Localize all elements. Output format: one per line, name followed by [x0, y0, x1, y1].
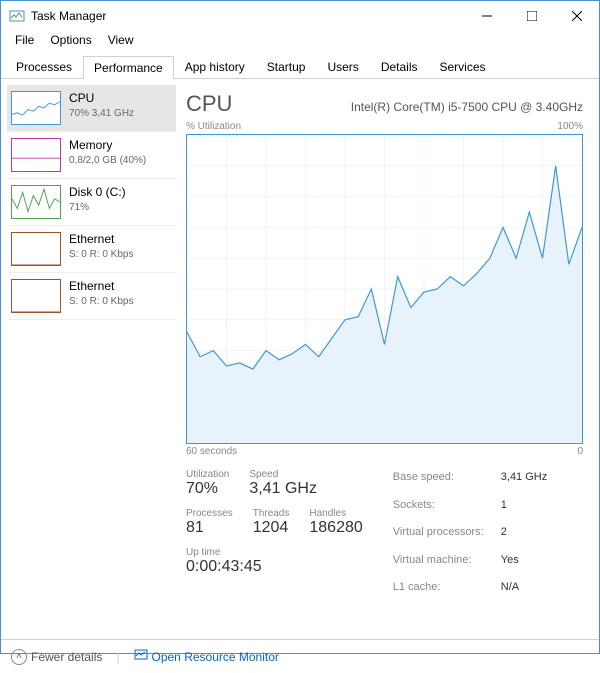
kv-base-speed: 3,41 GHz [501, 469, 547, 487]
app-icon [9, 8, 25, 24]
kv-label: Base speed: [393, 469, 493, 487]
sidebar-item-memory[interactable]: Memory0,8/2,0 GB (40%) [7, 132, 176, 179]
titlebar: Task Manager [1, 1, 599, 31]
monitor-icon [134, 648, 148, 665]
cpu-utilization-chart [186, 134, 583, 444]
open-resource-monitor-link[interactable]: Open Resource Monitor [134, 648, 279, 665]
kv-sockets: 1 [501, 497, 507, 515]
kv-label: Sockets: [393, 497, 493, 515]
stat-label: Threads [253, 508, 290, 519]
sidebar-item-cpu[interactable]: CPU70% 3,41 GHz [7, 85, 176, 132]
stat-uptime: 0:00:43:45 [186, 558, 363, 576]
kv-l1: N/A [501, 579, 519, 597]
stats-area: Utilization70% Speed3,41 GHz Processes81… [186, 469, 583, 597]
sidebar-item-sub: S: 0 R: 0 Kbps [69, 248, 133, 261]
stat-speed: 3,41 GHz [249, 480, 317, 498]
stat-label: Speed [249, 469, 317, 480]
sidebar-item-sub: 70% 3,41 GHz [69, 107, 134, 120]
chevron-up-icon: ˄ [11, 649, 27, 665]
tab-processes[interactable]: Processes [5, 55, 83, 78]
mini-chart-ethernet [11, 232, 61, 266]
menu-options[interactable]: Options [42, 31, 99, 51]
resource-monitor-label: Open Resource Monitor [152, 650, 279, 664]
mini-chart-cpu [11, 91, 61, 125]
sidebar-item-label: Disk 0 (C:) [69, 185, 126, 201]
separator: | [116, 650, 119, 664]
kv-label: Virtual processors: [393, 524, 493, 542]
fewer-details-label: Fewer details [31, 650, 102, 664]
chart-xright: 0 [577, 446, 583, 457]
sidebar: CPU70% 3,41 GHz Memory0,8/2,0 GB (40%) D… [1, 79, 176, 639]
stat-utilization: 70% [186, 480, 229, 498]
sidebar-item-label: Ethernet [69, 279, 133, 295]
stat-label: Handles [309, 508, 362, 519]
stat-label: Processes [186, 508, 233, 519]
minimize-button[interactable] [464, 1, 509, 31]
kv-vmachine: Yes [501, 552, 519, 570]
footer: ˄ Fewer details | Open Resource Monitor [1, 639, 599, 673]
menu-file[interactable]: File [7, 31, 42, 51]
sidebar-item-sub: S: 0 R: 0 Kbps [69, 295, 133, 308]
tab-performance[interactable]: Performance [83, 56, 174, 79]
chart-ylabel: % Utilization [186, 121, 241, 132]
sidebar-item-ethernet-2[interactable]: EthernetS: 0 R: 0 Kbps [7, 273, 176, 320]
tab-details[interactable]: Details [370, 55, 429, 78]
menubar: File Options View [1, 31, 599, 51]
stat-label: Up time [186, 547, 363, 558]
mini-chart-ethernet [11, 279, 61, 313]
content-area: CPU70% 3,41 GHz Memory0,8/2,0 GB (40%) D… [1, 79, 599, 639]
window-title: Task Manager [31, 9, 464, 23]
sidebar-item-disk[interactable]: Disk 0 (C:)71% [7, 179, 176, 226]
close-button[interactable] [554, 1, 599, 31]
page-title: CPU [186, 91, 232, 117]
cpu-model: Intel(R) Core(TM) i5-7500 CPU @ 3.40GHz [351, 100, 583, 114]
chart-xleft: 60 seconds [186, 446, 237, 457]
tab-app-history[interactable]: App history [174, 55, 256, 78]
mini-chart-memory [11, 138, 61, 172]
tab-startup[interactable]: Startup [256, 55, 317, 78]
kv-label: Virtual machine: [393, 552, 493, 570]
sidebar-item-ethernet-1[interactable]: EthernetS: 0 R: 0 Kbps [7, 226, 176, 273]
fewer-details-button[interactable]: ˄ Fewer details [11, 649, 102, 665]
tab-services[interactable]: Services [429, 55, 497, 78]
sidebar-item-sub: 0,8/2,0 GB (40%) [69, 154, 146, 167]
stat-threads: 1204 [253, 519, 290, 537]
stat-handles: 186280 [309, 519, 362, 537]
chart-ymax: 100% [557, 121, 583, 132]
kv-vproc: 2 [501, 524, 507, 542]
sidebar-item-sub: 71% [69, 201, 126, 214]
sidebar-item-label: Ethernet [69, 232, 133, 248]
stat-processes: 81 [186, 519, 233, 537]
sidebar-item-label: CPU [69, 91, 134, 107]
tabbar: Processes Performance App history Startu… [1, 51, 599, 79]
window-controls [464, 1, 599, 31]
tab-users[interactable]: Users [316, 55, 369, 78]
main-panel: CPU Intel(R) Core(TM) i5-7500 CPU @ 3.40… [176, 79, 599, 639]
maximize-button[interactable] [509, 1, 554, 31]
kv-label: L1 cache: [393, 579, 493, 597]
mini-chart-disk [11, 185, 61, 219]
sidebar-item-label: Memory [69, 138, 146, 154]
menu-view[interactable]: View [100, 31, 142, 51]
stat-label: Utilization [186, 469, 229, 480]
